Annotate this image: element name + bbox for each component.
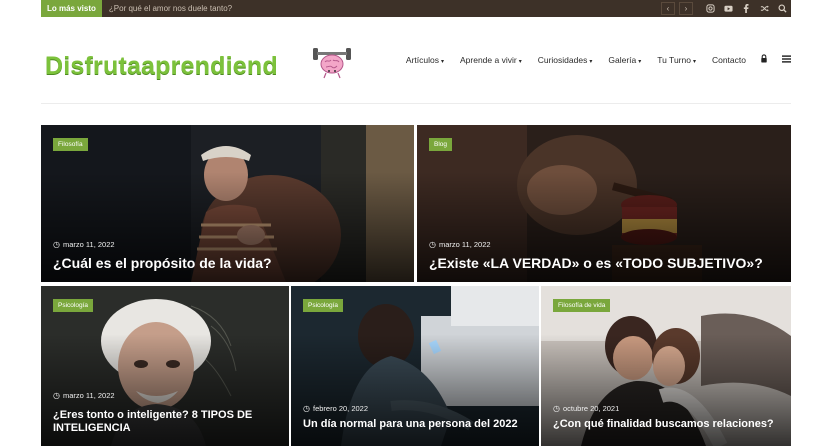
clock-icon: ◷	[303, 404, 310, 413]
post-card[interactable]: Psicología ◷ marzo 11, 2022 ¿Eres tonto o…	[41, 286, 289, 446]
chevron-down-icon: ▾	[692, 58, 696, 65]
site-header: Disfrutaaprendiend Artículos ▾ Aprende a …	[41, 38, 791, 98]
post-card[interactable]: Filosofía de vida ◷ octubre 20, 2021 ¿Con…	[541, 286, 791, 446]
chevron-down-icon: ▾	[440, 58, 444, 65]
post-date: ◷ octubre 20, 2021	[553, 404, 619, 413]
category-badge[interactable]: Psicología	[303, 299, 343, 312]
post-title[interactable]: ¿Cuál es el propósito de la vida?	[53, 255, 404, 273]
post-date: ◷ marzo 11, 2022	[53, 240, 115, 249]
featured-post-card[interactable]: Blog ◷ marzo 11, 2022 ¿Existe «LA VERDAD»…	[417, 125, 791, 282]
category-badge[interactable]: Blog	[429, 138, 453, 151]
site-logo-text[interactable]: Disfrutaaprendiend	[45, 52, 278, 81]
facebook-icon[interactable]	[737, 0, 755, 17]
post-date: ◷ febrero 20, 2022	[303, 404, 368, 413]
search-icon[interactable]	[773, 0, 791, 17]
ticker-prev-button[interactable]: ‹	[661, 2, 675, 15]
post-date-text: octubre 20, 2021	[562, 404, 620, 413]
instagram-icon[interactable]	[701, 0, 719, 17]
post-title[interactable]: Un día normal para una persona del 2022	[303, 418, 529, 432]
category-badge[interactable]: Psicología	[53, 299, 93, 312]
chevron-down-icon: ▾	[638, 58, 642, 65]
header-divider	[41, 103, 791, 104]
featured-post-card[interactable]: Filosofía ◷ marzo 11, 2022 ¿Cuál es el pr…	[41, 125, 414, 282]
nav-item-label: Contacto	[711, 54, 746, 65]
post-date: ◷ marzo 11, 2022	[53, 391, 115, 400]
top-bar: Lo más visto ¿Por qué el amor nos duele …	[41, 0, 791, 17]
clock-icon: ◷	[429, 240, 436, 249]
nav-item-galeria[interactable]: Galería ▾	[608, 55, 641, 65]
chevron-down-icon: ▾	[589, 58, 593, 65]
nav-item-tu-turno[interactable]: Tu Turno ▾	[657, 55, 696, 65]
shuffle-icon[interactable]	[755, 0, 773, 17]
post-date-text: marzo 11, 2022	[438, 240, 491, 249]
nav-item-label: Artículos	[405, 54, 439, 65]
post-title[interactable]: ¿Con qué finalidad buscamos relaciones?	[553, 418, 781, 432]
nav-item-label: Curiosidades	[537, 54, 588, 65]
post-card[interactable]: Psicología ◷ febrero 20, 2022 Un día norm…	[291, 286, 539, 446]
nav-item-contacto[interactable]: Contacto	[712, 55, 746, 65]
post-title[interactable]: ¿Eres tonto o inteligente? 8 TIPOS DE IN…	[53, 409, 279, 437]
post-title[interactable]: ¿Existe «LA VERDAD» o es «TODO SUBJETIVO…	[429, 255, 781, 273]
nav-item-label: Aprende a vivir	[460, 54, 517, 65]
clock-icon: ◷	[53, 240, 60, 249]
ticker-next-button[interactable]: ›	[679, 2, 693, 15]
clock-icon: ◷	[553, 404, 560, 413]
top-bar-tools: ‹ ›	[661, 0, 791, 17]
nav-item-label: Tu Turno	[657, 54, 691, 65]
nav-item-curiosidades[interactable]: Curiosidades ▾	[538, 55, 593, 65]
hamburger-menu-icon[interactable]	[782, 54, 791, 65]
main-navigation: Artículos ▾ Aprende a vivir ▾ Curiosidades…	[390, 54, 791, 65]
nav-item-label: Galería	[608, 54, 637, 65]
post-date: ◷ marzo 11, 2022	[429, 240, 491, 249]
category-badge[interactable]: Filosofía	[53, 138, 88, 151]
clock-icon: ◷	[53, 391, 60, 400]
lock-icon[interactable]	[760, 54, 768, 65]
post-date-text: febrero 20, 2022	[312, 404, 369, 413]
chevron-down-icon: ▾	[518, 58, 522, 65]
post-date-text: marzo 11, 2022	[62, 391, 115, 400]
nav-item-articulos[interactable]: Artículos ▾	[406, 55, 444, 65]
post-date-text: marzo 11, 2022	[62, 240, 115, 249]
trending-ticker-link[interactable]: ¿Por qué el amor nos duele tanto?	[109, 4, 661, 13]
nav-item-aprende-a-vivir[interactable]: Aprende a vivir ▾	[460, 55, 522, 65]
youtube-icon[interactable]	[719, 0, 737, 17]
brain-dumbbell-logo-icon[interactable]	[311, 42, 353, 80]
category-badge[interactable]: Filosofía de vida	[553, 299, 611, 312]
most-viewed-badge: Lo más visto	[41, 0, 102, 17]
